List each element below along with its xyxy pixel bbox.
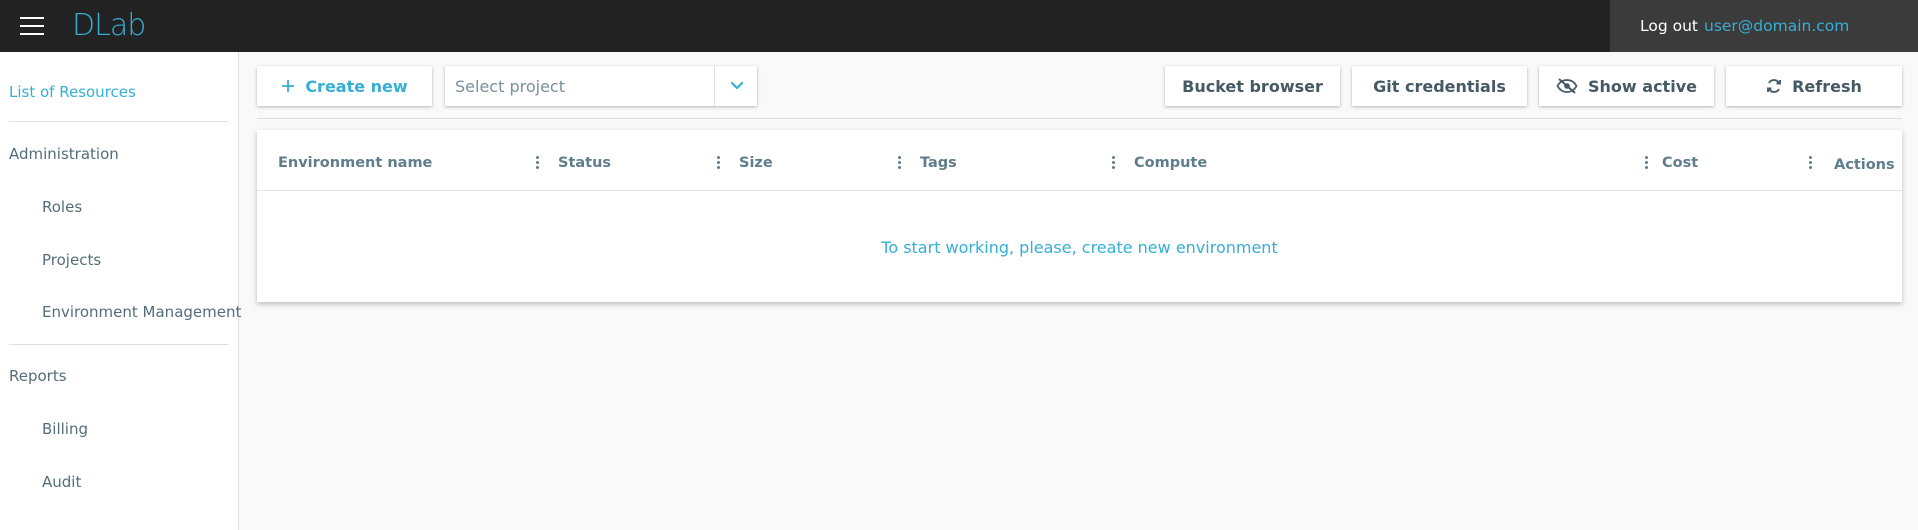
show-active-button[interactable]: Show active [1539,66,1714,106]
logout-link[interactable]: Log out [1640,17,1698,35]
sidebar-item-list-of-resources[interactable]: List of Resources [9,83,136,101]
sidebar-divider [9,121,228,122]
plus-icon [281,79,295,93]
select-divider [714,66,715,106]
show-active-label: Show active [1588,76,1697,96]
sidebar-item-projects[interactable]: Projects [42,251,101,269]
sidebar-item-audit[interactable]: Audit [42,473,81,491]
git-credentials-button[interactable]: Git credentials [1352,66,1527,106]
top-bar: DLab Log out user@domain.com [0,0,1918,52]
toolbar-divider [257,118,1902,119]
sidebar-item-reports[interactable]: Reports [9,367,67,385]
column-header-compute: Compute [1134,155,1208,171]
create-new-button[interactable]: Create new [257,66,432,106]
column-header-status: Status [558,155,612,171]
project-select-placeholder: Select project [455,77,565,96]
table-header: Environment name Status Size Tags Comput… [257,130,1902,191]
kebab-icon[interactable] [1805,155,1817,171]
kebab-icon[interactable] [713,155,725,171]
refresh-label: Refresh [1792,76,1862,96]
chevron-down-icon[interactable] [727,76,747,100]
menu-icon[interactable] [20,17,44,35]
column-header-size: Size [739,155,773,171]
empty-state-message[interactable]: To start working, please, create new env… [257,238,1902,257]
kebab-icon[interactable] [894,155,906,171]
kebab-icon[interactable] [532,155,544,171]
app-logo[interactable]: DLab [72,9,146,43]
column-header-tags: Tags [920,155,957,171]
column-header-cost: Cost [1662,155,1699,171]
sidebar-item-environment-management[interactable]: Environment Management [42,303,241,321]
resources-table: Environment name Status Size Tags Comput… [257,130,1902,302]
sidebar-divider [9,344,228,345]
refresh-button[interactable]: Refresh [1726,66,1902,106]
project-select[interactable]: Select project [445,66,757,106]
user-email[interactable]: user@domain.com [1704,17,1849,35]
git-credentials-label: Git credentials [1373,76,1506,96]
bucket-browser-label: Bucket browser [1182,76,1323,96]
refresh-icon [1766,77,1782,95]
column-header-actions: Actions [1834,157,1895,173]
sidebar: List of Resources Administration Roles P… [0,52,241,530]
create-new-label: Create new [305,76,408,96]
sidebar-item-administration[interactable]: Administration [9,145,119,163]
user-box: Log out user@domain.com [1610,0,1918,52]
sidebar-item-roles[interactable]: Roles [42,198,82,216]
kebab-icon[interactable] [1108,155,1120,171]
eye-off-icon [1556,78,1578,94]
bucket-browser-button[interactable]: Bucket browser [1165,66,1340,106]
kebab-icon[interactable] [1641,155,1653,171]
sidebar-item-billing[interactable]: Billing [42,420,88,438]
column-header-environment-name: Environment name [278,155,433,171]
